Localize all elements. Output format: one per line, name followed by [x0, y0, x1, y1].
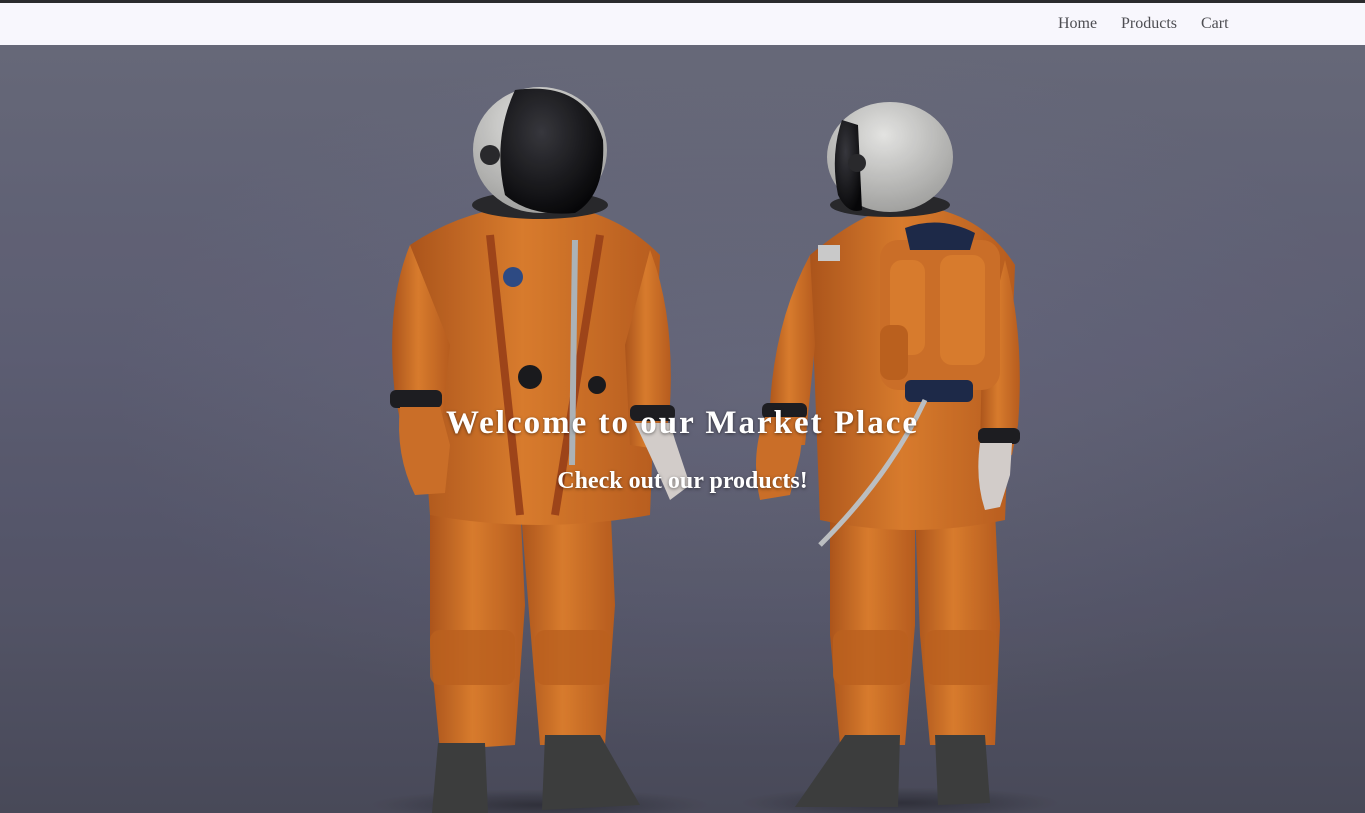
hero-heading: Welcome to our Market Place: [445, 405, 920, 441]
nav-link-products[interactable]: Products: [1121, 15, 1177, 33]
nav-link-home[interactable]: Home: [1058, 15, 1097, 33]
page: Home Products Cart Welcome to our Market…: [0, 0, 1365, 813]
hero-subheading: Check out our products!: [557, 468, 808, 494]
nav-link-cart[interactable]: Cart: [1201, 15, 1229, 33]
navbar: Home Products Cart: [0, 3, 1365, 45]
hero-section: Welcome to our Market Place Check out ou…: [0, 45, 1365, 813]
